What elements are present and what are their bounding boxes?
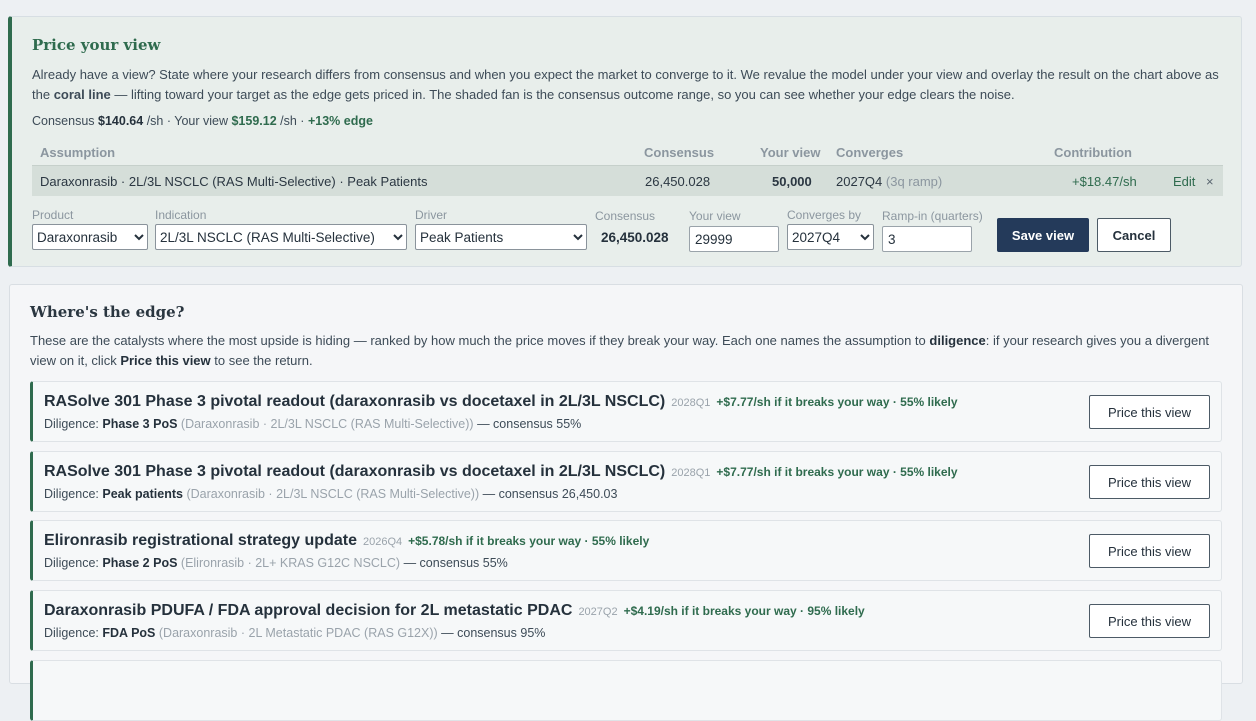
header-consensus: Consensus xyxy=(644,145,715,160)
catalyst-quarter: 2026Q4 xyxy=(362,536,403,548)
diligence-consensus: — consensus 55% xyxy=(477,417,582,431)
consensus-label: Consensus xyxy=(595,209,656,223)
catalyst-title-line: Elironrasib registrational strategy upda… xyxy=(44,532,649,550)
price-this-view-button[interactable]: Price this view xyxy=(1089,534,1210,568)
catalyst-diligence: Diligence: Peak patients (Daraxonrasib ·… xyxy=(44,487,617,501)
indication-label: Indication xyxy=(155,208,207,222)
price-this-view-button[interactable]: Price this view xyxy=(1089,465,1210,499)
summary-edge: +13% edge xyxy=(307,114,373,128)
row-converges: 2027Q4 (3q ramp) xyxy=(836,174,942,189)
catalyst-upside: +$5.78/sh if it breaks your way · 55% li… xyxy=(408,534,650,548)
diligence-assumption: Phase 2 PoS xyxy=(102,556,178,570)
catalyst-upside: +$7.77/sh if it breaks your way · 55% li… xyxy=(716,395,958,409)
desc-text-2: — lifting toward your target as the edge… xyxy=(114,87,1015,102)
catalyst-upside: +$7.77/sh if it breaks your way · 55% li… xyxy=(716,465,958,479)
row-contribution: +$18.47/sh xyxy=(1072,174,1137,189)
product-label: Product xyxy=(32,208,74,222)
diligence-context: (Daraxonrasib · 2L/3L NSCLC (RAS Multi-S… xyxy=(186,487,480,501)
table-row: Daraxonrasib · 2L/3L NSCLC (RAS Multi-Se… xyxy=(32,165,1223,196)
row-ramp: (3q ramp) xyxy=(885,174,943,189)
diligence-label: Diligence: xyxy=(44,417,99,431)
save-view-button[interactable]: Save view xyxy=(997,218,1089,252)
diligence-label: Diligence: xyxy=(44,487,99,501)
row-consensus: 26,450.028 xyxy=(645,174,711,189)
your-view-input[interactable] xyxy=(689,226,779,252)
diligence-assumption: Peak patients xyxy=(102,487,183,501)
diligence-consensus: — consensus 26,450.03 xyxy=(482,487,618,501)
catalyst-diligence: Diligence: Phase 2 PoS (Elironrasib · 2L… xyxy=(44,556,508,570)
summary-consensus-value: $140.64 xyxy=(98,114,144,128)
catalyst-diligence: Diligence: FDA PoS (Daraxonrasib · 2L Me… xyxy=(44,626,545,640)
ramp-in-label: Ramp-in (quarters) xyxy=(882,209,983,223)
catalyst-quarter: 2028Q1 xyxy=(671,467,711,479)
header-your-view: Your view xyxy=(760,145,821,160)
edge-title: Where's the edge? xyxy=(30,303,185,321)
catalyst-name: RASolve 301 Phase 3 pivotal readout (dar… xyxy=(44,463,666,480)
diligence-context: (Daraxonrasib · 2L/3L NSCLC (RAS Multi-S… xyxy=(180,417,474,431)
price-this-view-button[interactable]: Price this view xyxy=(1089,395,1210,429)
row-assumption: Daraxonrasib · 2L/3L NSCLC (RAS Multi-Se… xyxy=(40,174,428,189)
price-view-description: Already have a view? State where your re… xyxy=(32,65,1222,105)
catalyst-title-line: RASolve 301 Phase 3 pivotal readout (dar… xyxy=(44,463,958,481)
summary-text: /sh · Your view xyxy=(146,114,228,128)
product-select[interactable]: Daraxonrasib xyxy=(32,224,148,250)
catalyst-card: RASolve 301 Phase 3 pivotal readout (dar… xyxy=(30,451,1222,512)
consensus-value: 26,450.028 xyxy=(601,230,669,245)
catalyst-title-line: Daraxonrasib PDUFA / FDA approval decisi… xyxy=(44,602,865,620)
ramp-in-input[interactable] xyxy=(882,226,972,252)
cancel-button[interactable]: Cancel xyxy=(1097,218,1171,252)
driver-select[interactable]: Peak Patients xyxy=(415,224,587,250)
indication-select[interactable]: 2L/3L NSCLC (RAS Multi-Selective) xyxy=(155,224,407,250)
diligence-consensus: — consensus 55% xyxy=(403,556,508,570)
diligence-context: (Daraxonrasib · 2L Metastatic PDAC (RAS … xyxy=(158,626,438,640)
driver-label: Driver xyxy=(415,208,447,222)
catalyst-name: RASolve 301 Phase 3 pivotal readout (dar… xyxy=(44,393,666,410)
catalyst-card: Daraxonrasib PDUFA / FDA approval decisi… xyxy=(30,590,1222,651)
catalyst-quarter: 2028Q1 xyxy=(671,397,711,409)
valuation-summary: Consensus $140.64 /sh · Your view $159.1… xyxy=(32,114,373,128)
price-your-view-panel: Price your view Already have a view? Sta… xyxy=(8,16,1242,267)
summary-text: /sh · xyxy=(280,114,305,128)
wheres-the-edge-panel: Where's the edge? These are the catalyst… xyxy=(9,284,1243,721)
catalyst-upside: +$4.19/sh if it breaks your way · 95% li… xyxy=(623,604,865,618)
edge-desc-text: These are the catalysts where the most u… xyxy=(30,333,926,348)
catalyst-card xyxy=(30,660,1222,721)
converges-by-label: Converges by xyxy=(787,208,862,222)
edge-description: These are the catalysts where the most u… xyxy=(30,331,1210,371)
edit-link[interactable]: Edit xyxy=(1173,174,1195,189)
catalyst-diligence: Diligence: Phase 3 PoS (Daraxonrasib · 2… xyxy=(44,417,581,431)
catalyst-title-line: RASolve 301 Phase 3 pivotal readout (dar… xyxy=(44,393,958,411)
catalyst-name: Daraxonrasib PDUFA / FDA approval decisi… xyxy=(44,602,573,619)
diligence-consensus: — consensus 95% xyxy=(441,626,546,640)
desc-coral-line: coral line xyxy=(53,87,111,102)
diligence-assumption: FDA PoS xyxy=(102,626,156,640)
catalyst-name: Elironrasib registrational strategy upda… xyxy=(44,532,357,549)
header-contribution: Contribution xyxy=(1054,145,1132,160)
catalyst-card: Elironrasib registrational strategy upda… xyxy=(30,520,1222,581)
header-converges: Converges xyxy=(836,145,904,160)
price-this-view-button[interactable]: Price this view xyxy=(1089,604,1210,638)
your-view-label: Your view xyxy=(689,209,741,223)
catalyst-card: RASolve 301 Phase 3 pivotal readout (dar… xyxy=(30,381,1222,442)
header-assumption: Assumption xyxy=(40,145,116,160)
summary-your-view-value: $159.12 xyxy=(231,114,277,128)
edge-desc-diligence: diligence xyxy=(929,333,986,348)
row-your-view: 50,000 xyxy=(772,174,812,189)
row-converges-quarter: 2027Q4 xyxy=(836,174,883,189)
converges-by-select[interactable]: 2027Q4 xyxy=(787,224,874,250)
diligence-label: Diligence: xyxy=(44,626,99,640)
price-view-title: Price your view xyxy=(32,36,161,54)
diligence-label: Diligence: xyxy=(44,556,99,570)
remove-icon[interactable]: × xyxy=(1206,174,1214,189)
summary-consensus-label: Consensus xyxy=(32,114,95,128)
edge-desc-text: to see the return. xyxy=(214,353,313,368)
diligence-assumption: Phase 3 PoS xyxy=(102,417,178,431)
diligence-context: (Elironrasib · 2L+ KRAS G12C NSCLC) xyxy=(180,556,401,570)
catalyst-quarter: 2027Q2 xyxy=(578,606,618,618)
edge-desc-price-this-view: Price this view xyxy=(120,353,211,368)
